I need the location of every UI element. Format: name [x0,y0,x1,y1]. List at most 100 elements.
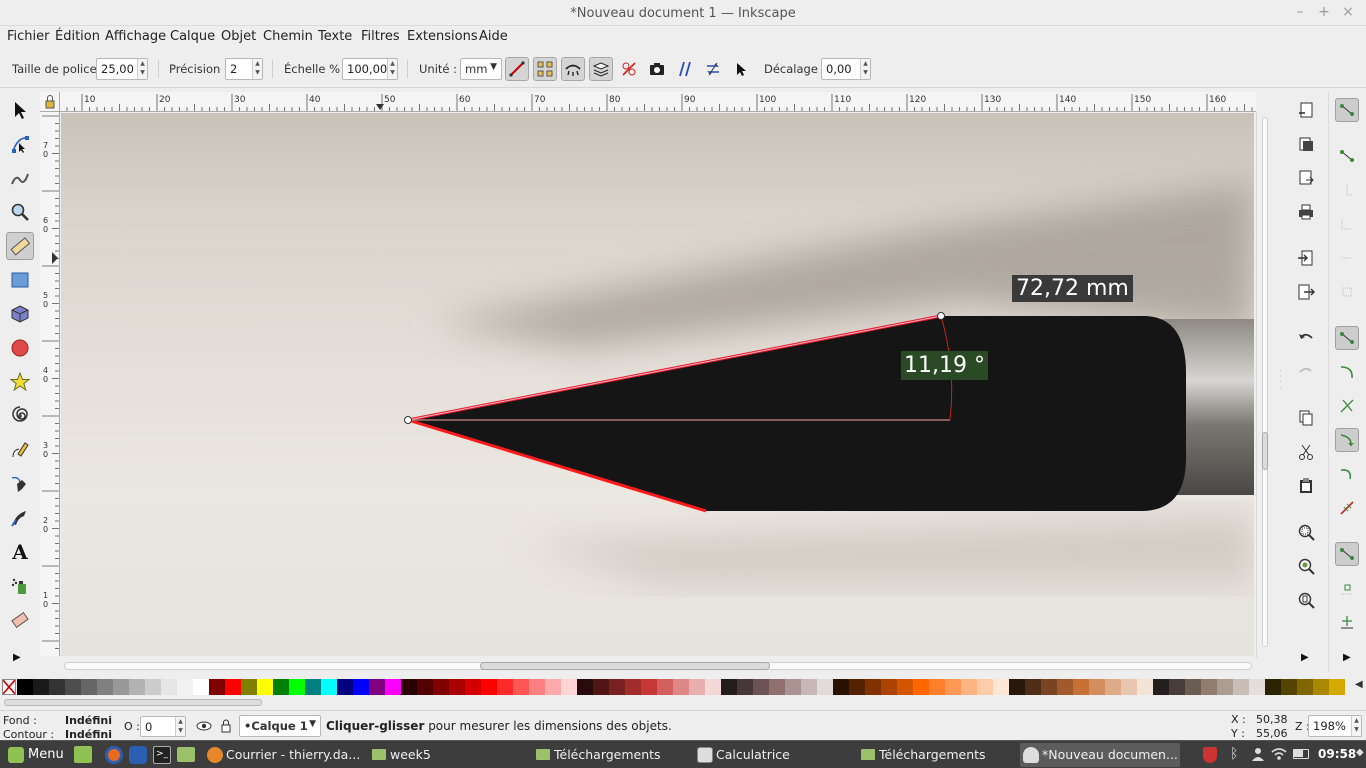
palette-scroll-thumb[interactable] [4,699,262,706]
color-swatch[interactable] [497,679,513,695]
snap-enable-button[interactable] [1335,98,1359,122]
color-swatch[interactable] [593,679,609,695]
import-button[interactable] [1294,166,1318,190]
spin-arrows-icon[interactable]: ▲ ▼ [175,717,185,736]
color-swatch[interactable] [577,679,593,695]
menu-fichier[interactable]: Fichier [7,29,50,44]
pen-tool[interactable] [6,470,34,498]
copy-button[interactable] [1294,406,1318,430]
color-swatch[interactable] [1201,679,1217,695]
menu-affichage[interactable]: Affichage [105,29,166,44]
redo-button[interactable] [1294,360,1318,384]
color-swatch[interactable] [1137,679,1153,695]
task-week5[interactable]: week5 [368,743,526,767]
mark-dimension-button[interactable] [729,57,753,81]
color-swatch[interactable] [1217,679,1233,695]
fill-value[interactable]: Indéfini [65,714,112,727]
color-swatch[interactable] [65,679,81,695]
spin-arrows-icon[interactable]: ▲ ▼ [252,59,262,79]
node-tool[interactable] [6,130,34,158]
spin-arrows-icon[interactable]: ▲ ▼ [1351,716,1361,736]
measure-ignore-first-last-button[interactable] [505,57,529,81]
rectangle-tool[interactable] [6,266,34,294]
ellipse-tool[interactable] [6,334,34,362]
snap-line-midpoints-button[interactable] [1335,496,1359,520]
color-swatch[interactable] [1153,679,1169,695]
menu-extensions[interactable]: Extensions [407,29,478,44]
color-swatch[interactable] [977,679,993,695]
precision-spinbox[interactable]: 2 ▲ ▼ [225,58,263,80]
color-swatch[interactable] [849,679,865,695]
color-swatch[interactable] [1169,679,1185,695]
color-swatch[interactable] [369,679,385,695]
new-document-button[interactable] [1294,98,1318,122]
eye-icon[interactable] [196,719,212,736]
close-icon[interactable]: × [1340,4,1356,20]
horizontal-scroll-thumb[interactable] [480,662,770,670]
color-swatch[interactable] [401,679,417,695]
color-swatch[interactable] [385,679,401,695]
color-swatch[interactable] [17,679,33,695]
spin-arrows-icon[interactable]: ▲ ▼ [387,59,397,79]
vertical-scroll-thumb[interactable] [1262,432,1268,470]
color-swatch[interactable] [625,679,641,695]
color-swatch[interactable] [913,679,929,695]
3d-box-tool[interactable] [6,300,34,328]
snap-cusp-nodes-button[interactable] [1335,428,1359,452]
color-swatch[interactable] [177,679,193,695]
task-telechargements-2[interactable]: Téléchargements [857,743,1015,767]
task-inkscape[interactable]: *Nouveau documen... [1020,743,1180,767]
shield-icon[interactable] [1203,747,1217,763]
color-swatch[interactable] [721,679,737,695]
color-swatch[interactable] [225,679,241,695]
color-swatch[interactable] [33,679,49,695]
clock[interactable]: 09:58 [1318,747,1356,761]
color-swatch[interactable] [689,679,705,695]
text-tool[interactable]: A [6,538,34,566]
color-swatch[interactable] [1073,679,1089,695]
color-swatch[interactable] [1329,679,1345,695]
calligraphy-tool[interactable] [6,504,34,532]
color-swatch[interactable] [481,679,497,695]
color-swatch[interactable] [1313,679,1329,695]
color-swatch[interactable] [641,679,657,695]
expand-arrow-icon[interactable]: ▶ [1301,652,1309,663]
color-swatch[interactable] [433,679,449,695]
snap-bbox-corner-button[interactable] [1335,212,1359,236]
measure-end-point[interactable] [937,312,945,320]
measure-to-guides-button[interactable] [533,57,557,81]
color-swatch[interactable] [1297,679,1313,695]
open-button[interactable] [1294,132,1318,156]
menu-aide[interactable]: Aide [479,29,508,44]
star-tool[interactable] [6,368,34,396]
menu-calque[interactable]: Calque [170,29,215,44]
snap-bbox-edge-button[interactable] [1335,178,1359,202]
task-telechargements-1[interactable]: Téléchargements [532,743,690,767]
phantom-measure-button[interactable] [645,57,669,81]
color-swatch[interactable] [609,679,625,695]
color-swatch[interactable] [1121,679,1137,695]
font-size-spinbox[interactable]: 25,00 ▲ ▼ [96,58,148,80]
snap-others-button[interactable] [1335,542,1359,566]
color-swatch[interactable] [705,679,721,695]
color-swatch[interactable] [97,679,113,695]
horizontal-scrollbar[interactable] [60,658,1256,674]
palette-menu-arrow-icon[interactable]: ◀ [1355,679,1363,690]
snap-nodes-button[interactable] [1335,326,1359,350]
expand-arrow-icon[interactable]: ▶ [13,652,21,663]
vertical-scrollbar[interactable] [1256,112,1274,658]
horizontal-ruler[interactable]: 10 20 30 40 50 60 70 80 90 100 110 120 130 140 150 160 [60,92,1256,112]
undo-button[interactable] [1294,326,1318,350]
color-swatch[interactable] [801,679,817,695]
color-swatch[interactable] [1265,679,1281,695]
cut-button[interactable] [1294,440,1318,464]
color-swatch[interactable] [321,679,337,695]
spray-tool[interactable] [6,572,34,600]
color-swatch[interactable] [1233,679,1249,695]
firefox-launcher-icon[interactable] [105,746,123,764]
color-swatch[interactable] [817,679,833,695]
show-desktop-icon[interactable] [74,746,92,763]
color-swatch[interactable] [193,679,209,695]
measure-start-point[interactable] [404,416,412,424]
drawing-canvas[interactable]: 72,72 mm 11,19 ° [61,113,1254,656]
